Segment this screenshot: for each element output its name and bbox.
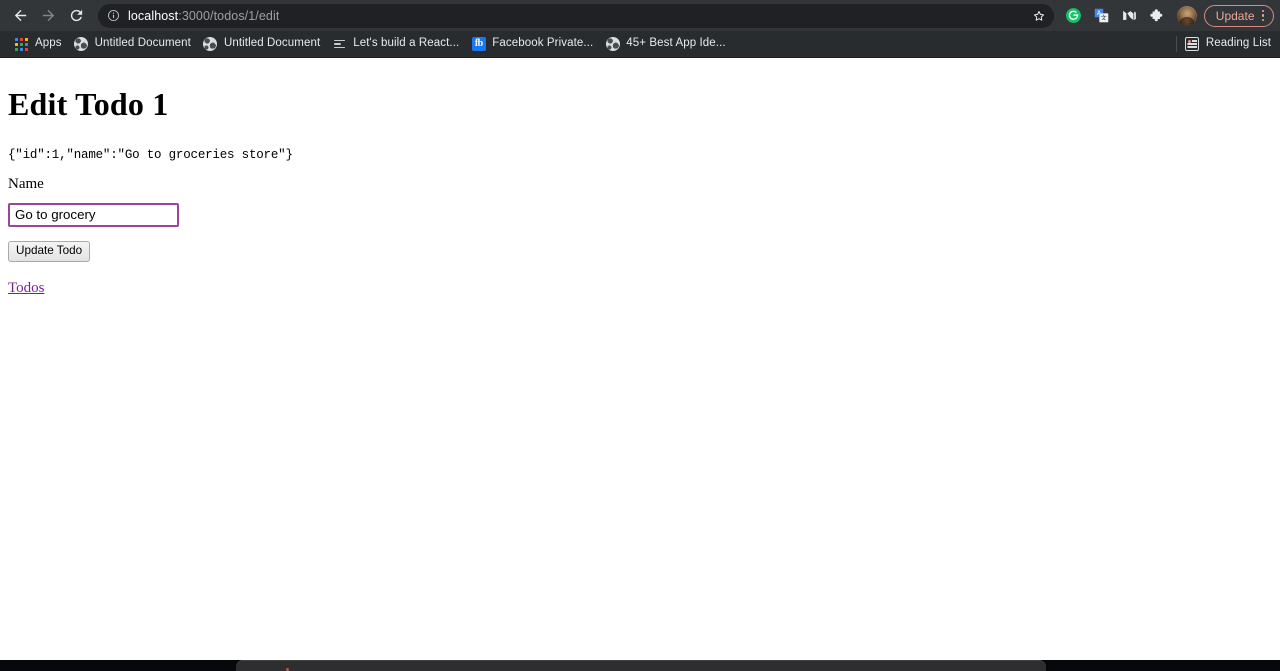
name-field-label: Name xyxy=(8,175,44,192)
address-bar[interactable]: localhost:3000/todos/1/edit xyxy=(98,3,1054,28)
reading-list-icon xyxy=(1185,37,1200,52)
update-button[interactable]: Update xyxy=(1203,4,1274,27)
kebab-menu-icon[interactable] xyxy=(1260,9,1270,22)
forward-arrow-icon xyxy=(42,9,54,22)
bookmark-label: Untitled Document xyxy=(223,37,321,50)
back-button[interactable] xyxy=(6,2,34,30)
name-input[interactable] xyxy=(8,202,179,227)
os-dock-panel[interactable] xyxy=(236,660,1046,671)
bookmark-star-icon[interactable] xyxy=(1028,5,1050,27)
profile-avatar[interactable] xyxy=(1176,5,1197,26)
url-path: :3000/todos/1/edit xyxy=(178,8,280,23)
bookmark-apps[interactable]: Apps xyxy=(9,35,69,54)
google-translate-icon[interactable]: A xyxy=(1088,2,1116,30)
browser-toolbar: localhost:3000/todos/1/edit A Update xyxy=(0,0,1280,31)
extension-icons: A Update xyxy=(1060,2,1274,30)
list-icon xyxy=(332,37,347,52)
medium-icon[interactable] xyxy=(1116,2,1144,30)
todos-back-link[interactable]: Todos xyxy=(8,280,44,297)
reading-list-label: Reading List xyxy=(1205,37,1271,50)
globe-icon xyxy=(203,37,218,52)
bookmark-label: 45+ Best App Ide... xyxy=(626,37,726,50)
extensions-puzzle-icon[interactable] xyxy=(1144,2,1172,30)
bookmark-45-best-app-ideas[interactable]: 45+ Best App Ide... xyxy=(600,35,732,54)
reading-list-button[interactable]: Reading List xyxy=(1175,36,1271,52)
bookmark-untitled-document-1[interactable]: Untitled Document xyxy=(69,35,198,54)
bookmark-label: Apps xyxy=(35,37,62,50)
globe-icon xyxy=(605,37,620,52)
facebook-icon: fb xyxy=(471,37,486,52)
forward-button[interactable] xyxy=(34,2,62,30)
bookmarks-divider xyxy=(1175,36,1177,52)
reload-button[interactable] xyxy=(62,2,90,30)
browser-window: localhost:3000/todos/1/edit A Update App… xyxy=(0,0,1280,671)
bookmark-facebook-private[interactable]: fb Facebook Private... xyxy=(466,35,600,54)
bookmark-label: Let's build a React... xyxy=(353,37,460,50)
globe-icon xyxy=(74,37,89,52)
url-host: localhost xyxy=(128,8,179,23)
site-info-icon[interactable] xyxy=(107,9,120,22)
bookmark-lets-build-a-react[interactable]: Let's build a React... xyxy=(327,35,466,54)
url-text: localhost:3000/todos/1/edit xyxy=(128,9,279,23)
os-taskbar xyxy=(0,660,1280,671)
back-arrow-icon xyxy=(14,9,26,22)
grammarly-icon[interactable] xyxy=(1060,2,1088,30)
reload-icon xyxy=(70,9,82,22)
todo-edit-page: Edit Todo 1 {"id":1,"name":"Go to grocer… xyxy=(0,59,1280,305)
update-button-label: Update xyxy=(1215,8,1255,23)
todo-json-preview: {"id":1,"name":"Go to groceries store"} xyxy=(8,147,293,162)
apps-grid-icon xyxy=(14,37,29,52)
bookmark-label: Untitled Document xyxy=(94,37,191,50)
update-todo-button[interactable]: Update Todo xyxy=(8,240,91,263)
bookmark-label: Facebook Private... xyxy=(492,37,594,50)
page-title: Edit Todo 1 xyxy=(8,86,169,122)
page-viewport: Edit Todo 1 {"id":1,"name":"Go to grocer… xyxy=(0,59,1280,660)
bookmark-untitled-document-2[interactable]: Untitled Document xyxy=(198,35,327,54)
bookmarks-bar: Apps Untitled Document Untitled Document… xyxy=(0,31,1280,58)
